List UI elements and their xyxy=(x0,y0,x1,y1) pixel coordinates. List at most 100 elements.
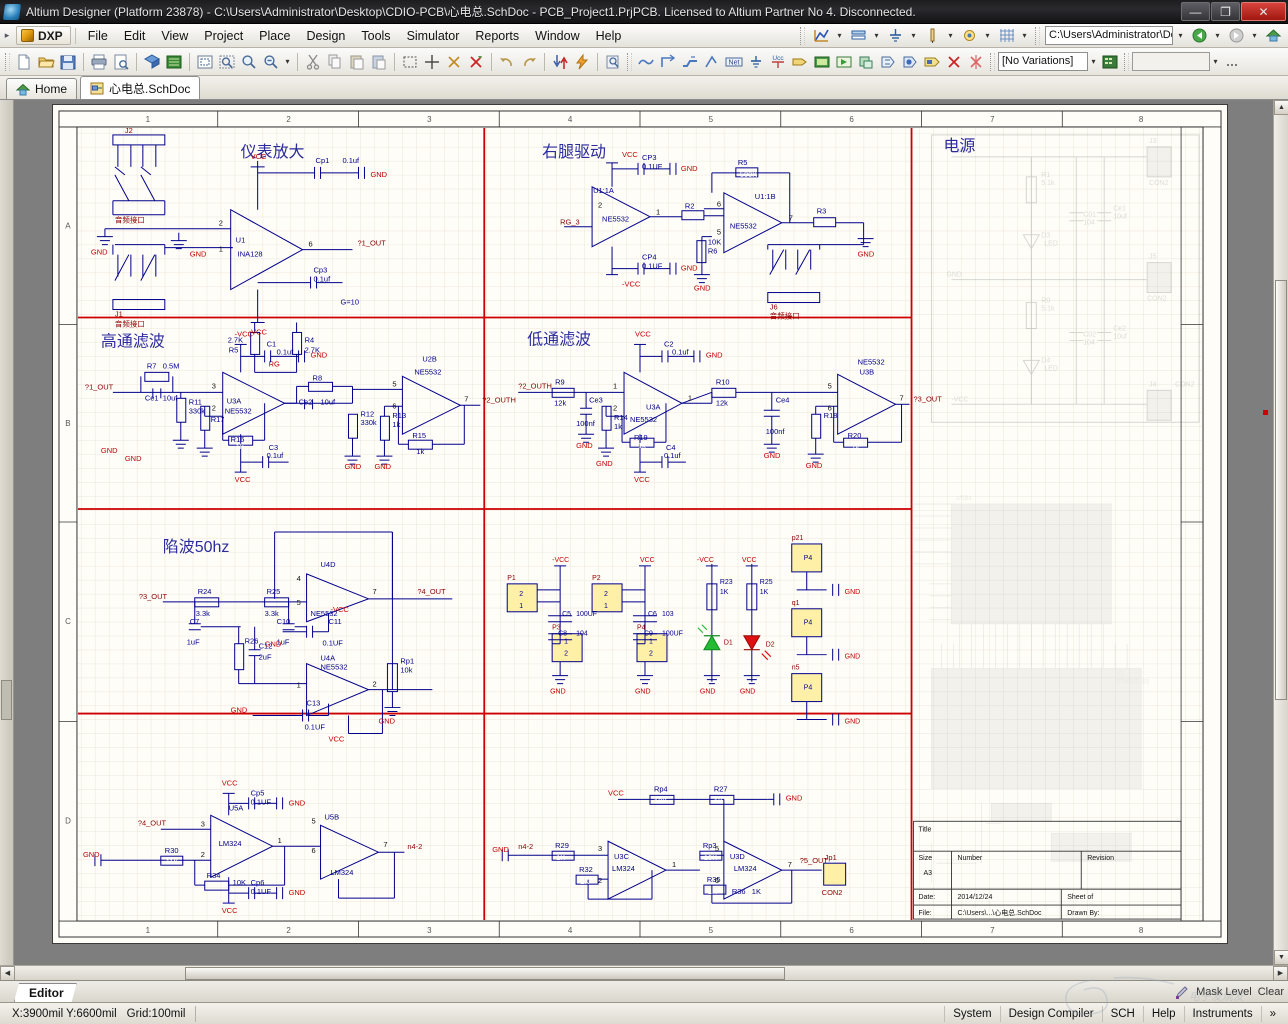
copy-icon[interactable] xyxy=(324,51,346,73)
grid-dropdown-icon[interactable]: ▾ xyxy=(1019,31,1030,40)
place-gnd-dropdown-icon[interactable]: ▾ xyxy=(908,31,919,40)
variant-manager-icon[interactable] xyxy=(1099,51,1121,73)
menu-help[interactable]: Help xyxy=(588,26,630,46)
place-bus-entry-icon[interactable] xyxy=(657,51,679,73)
working-path-input[interactable]: C:\Users\Administrator\Desktop xyxy=(1045,26,1173,45)
mask-level-control[interactable]: Mask Level Clear xyxy=(1174,982,1284,1002)
place-directive-icon[interactable] xyxy=(958,25,980,47)
menu-design[interactable]: Design xyxy=(298,26,353,46)
place-directive-dropdown-icon[interactable]: ▾ xyxy=(982,31,993,40)
maximize-button[interactable]: ❐ xyxy=(1211,2,1240,21)
menu-view[interactable]: View xyxy=(153,26,196,46)
status-button-design-compiler[interactable]: Design Compiler xyxy=(999,1005,1102,1022)
wiring-toolbar-grip[interactable] xyxy=(627,52,632,71)
secondary-dropdown-icon[interactable]: ▾ xyxy=(1210,57,1221,66)
zoom-fit-icon[interactable] xyxy=(194,51,216,73)
open-project-icon[interactable] xyxy=(141,51,163,73)
place-harness-icon[interactable] xyxy=(877,51,899,73)
place-signal-harness-icon[interactable] xyxy=(899,51,921,73)
open-document-icon[interactable] xyxy=(35,51,57,73)
place-wire-icon[interactable] xyxy=(635,51,657,73)
place-gnd-icon[interactable] xyxy=(884,25,906,47)
place-bus-dropdown-icon[interactable]: ▾ xyxy=(871,31,882,40)
status-button-help[interactable]: Help xyxy=(1142,1005,1184,1022)
scroll-left-arrow[interactable]: ◀ xyxy=(0,965,15,981)
tab-schematic-document[interactable]: 心电总.SchDoc xyxy=(80,76,201,99)
menu-reports[interactable]: Reports xyxy=(467,26,527,46)
left-panel-tab[interactable] xyxy=(1,680,12,720)
save-document-icon[interactable] xyxy=(57,51,79,73)
vertical-scroll-thumb[interactable] xyxy=(1275,280,1287,700)
forward-dropdown-icon[interactable]: ▾ xyxy=(1249,31,1260,40)
secondary-select[interactable] xyxy=(1132,52,1210,71)
menu-edit[interactable]: Edit xyxy=(116,26,154,46)
home-nav-icon[interactable] xyxy=(1262,25,1284,47)
move-selection-icon[interactable] xyxy=(421,51,443,73)
place-port-icon[interactable] xyxy=(921,25,943,47)
scroll-up-arrow[interactable]: ▲ xyxy=(1274,100,1288,115)
clear-no-erc-icon[interactable] xyxy=(965,51,987,73)
draw-line-tool-icon[interactable] xyxy=(810,25,832,47)
horizontal-scroll-thumb[interactable] xyxy=(185,966,785,980)
schematic-sheet[interactable]: 123 456 78 123 456 78 AB CD 仪表放大 J2 音频接口… xyxy=(52,104,1228,944)
toolbar-overflow-icon[interactable] xyxy=(1221,51,1243,73)
menu-place[interactable]: Place xyxy=(251,26,298,46)
status-button-more[interactable]: » xyxy=(1260,1005,1284,1022)
status-button-sch[interactable]: SCH xyxy=(1101,1005,1143,1022)
menu-simulator[interactable]: Simulator xyxy=(399,26,468,46)
zoom-in-icon[interactable] xyxy=(238,51,260,73)
close-button[interactable]: ✕ xyxy=(1241,2,1286,21)
place-part-icon[interactable] xyxy=(789,51,811,73)
undo-icon[interactable] xyxy=(496,51,518,73)
zoom-area-icon[interactable] xyxy=(216,51,238,73)
left-panel-rail[interactable] xyxy=(0,100,14,965)
variations-select[interactable]: [No Variations] xyxy=(998,52,1088,71)
main-toolbar-grip[interactable] xyxy=(5,52,10,71)
place-gnd-power-icon[interactable] xyxy=(745,51,767,73)
menu-tools[interactable]: Tools xyxy=(353,26,398,46)
place-sheet-symbol-icon[interactable] xyxy=(811,51,833,73)
canvas-vertical-scrollbar[interactable]: ▲ ▼ xyxy=(1273,100,1288,965)
status-button-system[interactable]: System xyxy=(944,1005,999,1022)
menubar-expand-icon[interactable]: ▸ xyxy=(0,30,14,41)
back-dropdown-icon[interactable]: ▾ xyxy=(1212,31,1223,40)
place-bus-line-icon[interactable] xyxy=(679,51,701,73)
path-dropdown-icon[interactable]: ▾ xyxy=(1175,31,1186,40)
status-button-instruments[interactable]: Instruments xyxy=(1183,1005,1261,1022)
paste-icon[interactable] xyxy=(346,51,368,73)
zoom-out-icon[interactable] xyxy=(260,51,282,73)
toolbar-grip[interactable] xyxy=(800,26,805,45)
scroll-down-arrow[interactable]: ▼ xyxy=(1274,950,1288,965)
tab-home[interactable]: Home xyxy=(6,78,78,99)
new-document-icon[interactable] xyxy=(13,51,35,73)
print-preview-icon[interactable] xyxy=(110,51,132,73)
menu-project[interactable]: Project xyxy=(196,26,251,46)
annotate-lightning-icon[interactable] xyxy=(571,51,593,73)
place-port-dropdown-icon[interactable]: ▾ xyxy=(945,31,956,40)
schematic-canvas[interactable]: 123 456 78 123 456 78 AB CD 仪表放大 J2 音频接口… xyxy=(14,100,1273,965)
clear-mask-button[interactable]: Clear xyxy=(1258,986,1284,998)
draw-line-dropdown-icon[interactable]: ▾ xyxy=(834,31,845,40)
deselect-all-icon[interactable] xyxy=(443,51,465,73)
select-area-icon[interactable] xyxy=(399,51,421,73)
place-device-sheet-icon[interactable] xyxy=(855,51,877,73)
back-nav-icon[interactable] xyxy=(1188,25,1210,47)
forward-nav-icon[interactable] xyxy=(1225,25,1247,47)
grid-toggle-icon[interactable] xyxy=(995,25,1017,47)
zoom-dropdown-icon[interactable]: ▾ xyxy=(282,57,293,66)
scroll-right-arrow[interactable]: ▶ xyxy=(1273,965,1288,981)
canvas-horizontal-scrollbar[interactable]: ◀ ▶ xyxy=(0,965,1288,981)
variations-dropdown-icon[interactable]: ▾ xyxy=(1088,57,1099,66)
place-bus-icon[interactable] xyxy=(847,25,869,47)
place-junction-icon[interactable] xyxy=(701,51,723,73)
menu-file[interactable]: File xyxy=(80,26,116,46)
panel-tab-editor[interactable]: Editor xyxy=(14,983,77,1002)
dxp-menu-button[interactable]: DXP xyxy=(16,26,71,45)
place-no-erc-icon[interactable] xyxy=(943,51,965,73)
open-pcb-icon[interactable] xyxy=(163,51,185,73)
paste-special-icon[interactable] xyxy=(368,51,390,73)
place-sheet-entry-icon[interactable] xyxy=(833,51,855,73)
minimize-button[interactable]: — xyxy=(1181,2,1210,21)
browse-components-icon[interactable] xyxy=(602,51,624,73)
place-net-label-icon[interactable]: Net xyxy=(723,51,745,73)
